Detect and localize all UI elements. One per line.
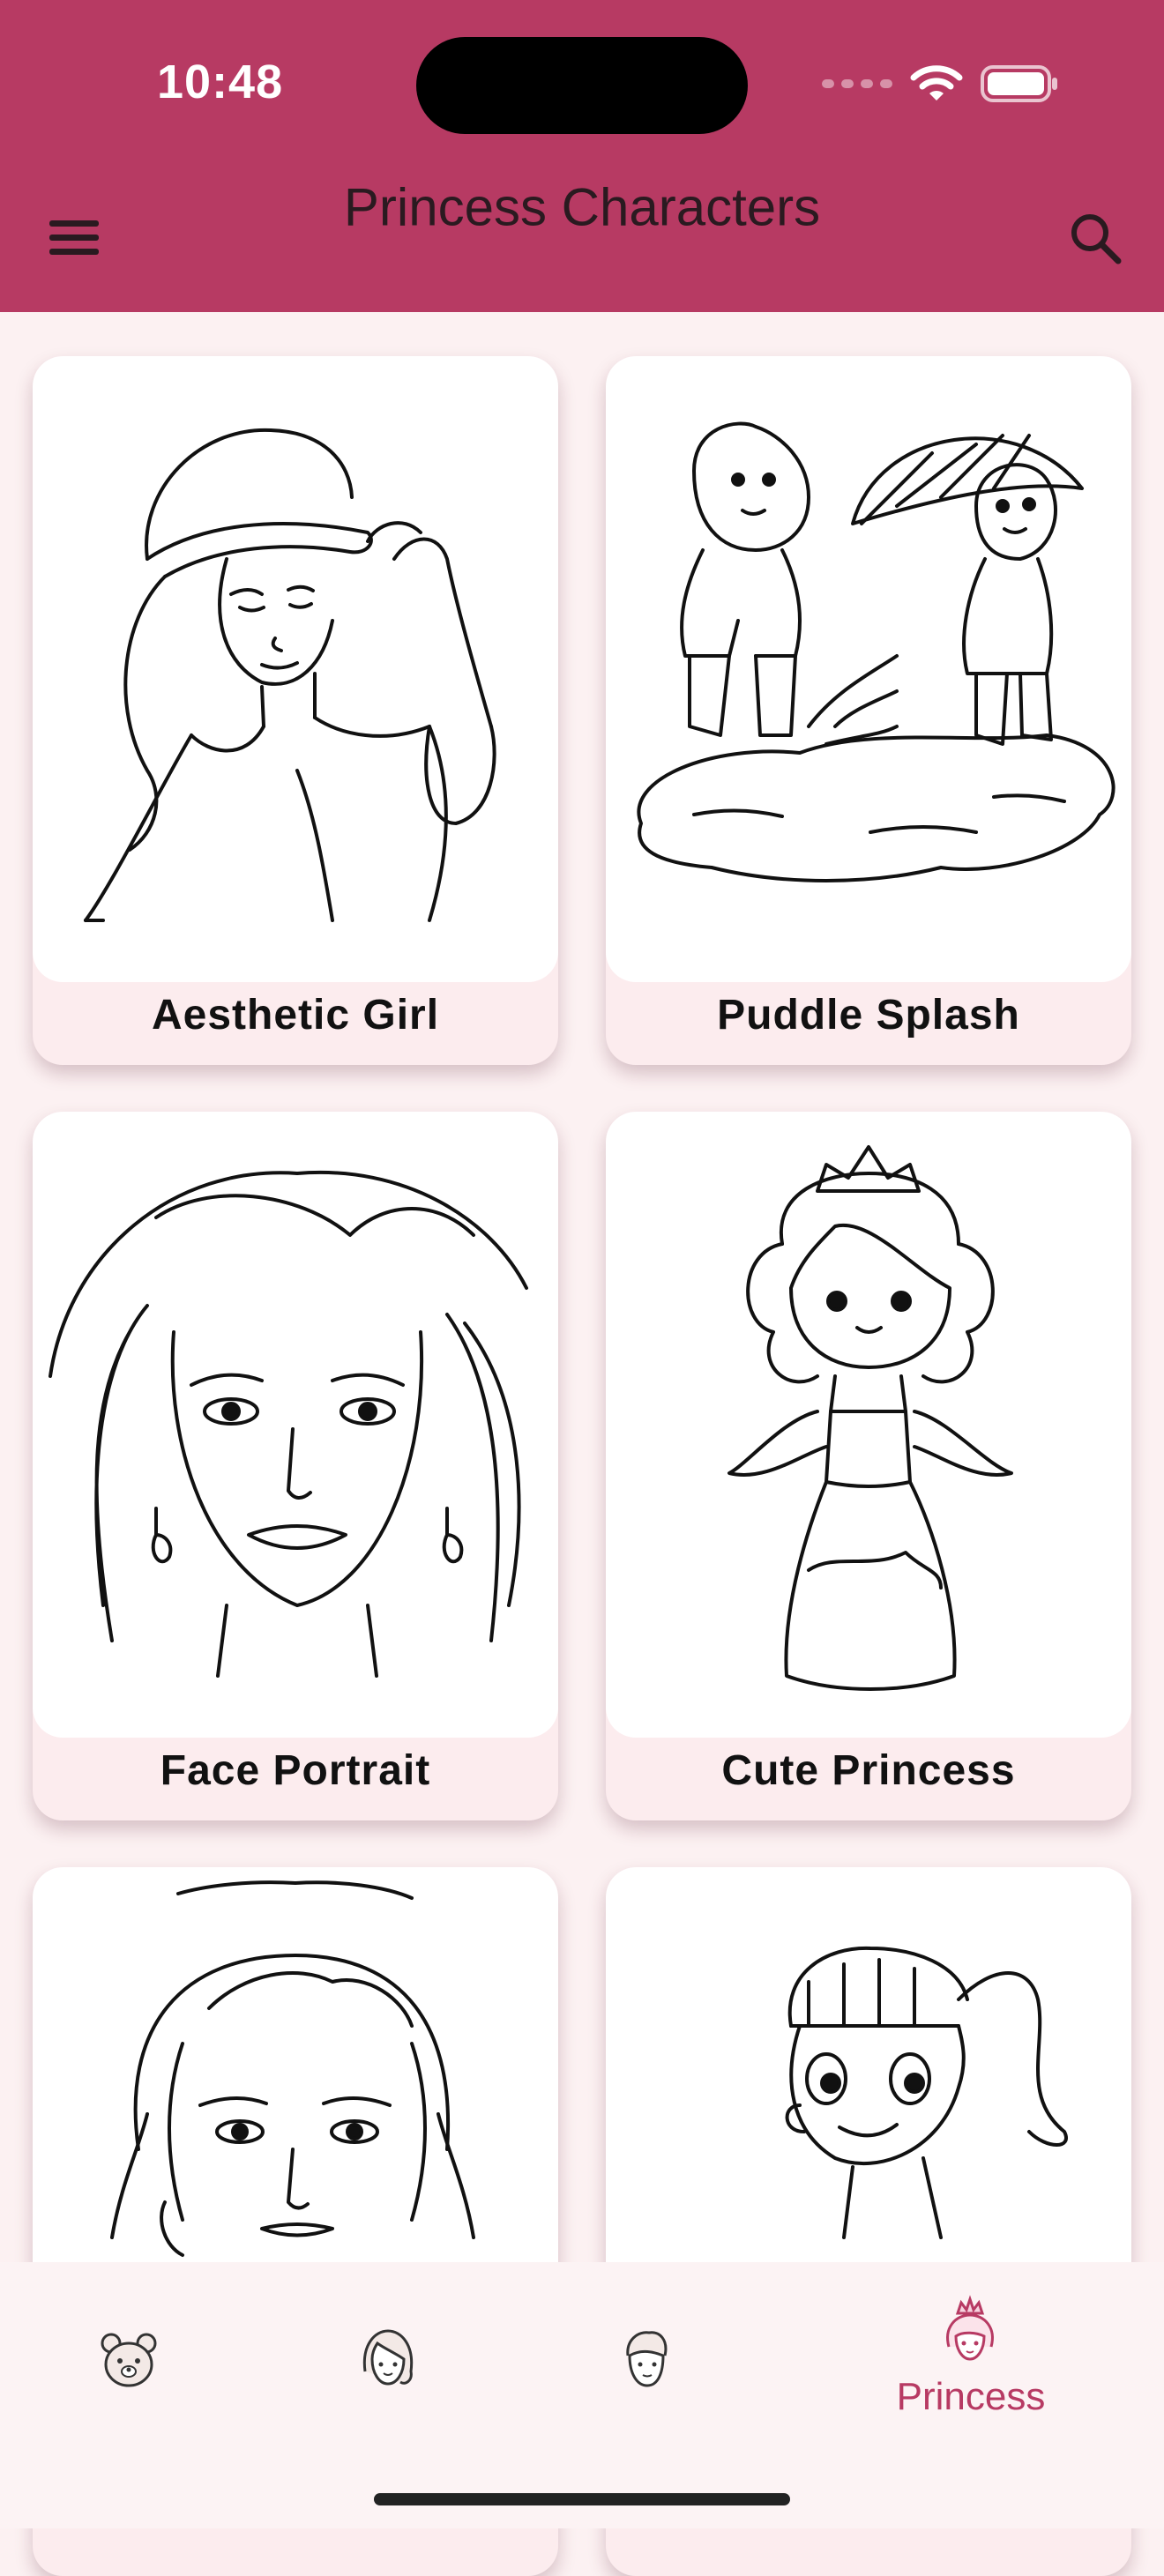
girl-icon (362, 2329, 414, 2386)
app-bar: 10:48 Princess Characters (0, 0, 1164, 312)
page-title: Princess Characters (343, 177, 821, 237)
nav-label-princess[interactable]: Princess (839, 2375, 1103, 2419)
card-title: Puddle Splash (717, 992, 1020, 1039)
card-aesthetic-girl[interactable]: Aesthetic Girl (33, 356, 558, 1065)
home-indicator (374, 2493, 790, 2505)
card-title: Aesthetic Girl (151, 992, 440, 1039)
card-face-portrait[interactable]: Face Portrait (33, 1112, 558, 1820)
dynamic-island (416, 37, 748, 134)
coloring-thumbnail (33, 356, 558, 982)
status-icons (822, 63, 1060, 104)
card-puddle-splash[interactable]: Puddle Splash (606, 356, 1131, 1065)
nav-item-girls[interactable] (335, 2310, 441, 2407)
search-button[interactable] (1065, 208, 1127, 270)
nav-item-animals[interactable] (76, 2310, 182, 2407)
search-icon (1071, 214, 1122, 264)
wifi-icon (910, 65, 963, 101)
coloring-thumbnail (606, 1112, 1131, 1738)
signal-icon (822, 79, 892, 88)
card-title: Cute Princess (721, 1747, 1016, 1794)
nav-item-boys[interactable] (593, 2310, 698, 2407)
boy-icon (626, 2331, 668, 2387)
coloring-thumbnail (33, 1112, 558, 1738)
princess-icon (946, 2295, 994, 2361)
battery-icon (981, 65, 1057, 102)
status-time: 10:48 (157, 56, 284, 108)
coloring-thumbnail (606, 356, 1131, 982)
hamburger-icon-line (49, 249, 99, 255)
card-title: Face Portrait (160, 1747, 431, 1794)
bear-icon (101, 2333, 157, 2387)
card-cute-princess[interactable]: Cute Princess (606, 1112, 1131, 1820)
